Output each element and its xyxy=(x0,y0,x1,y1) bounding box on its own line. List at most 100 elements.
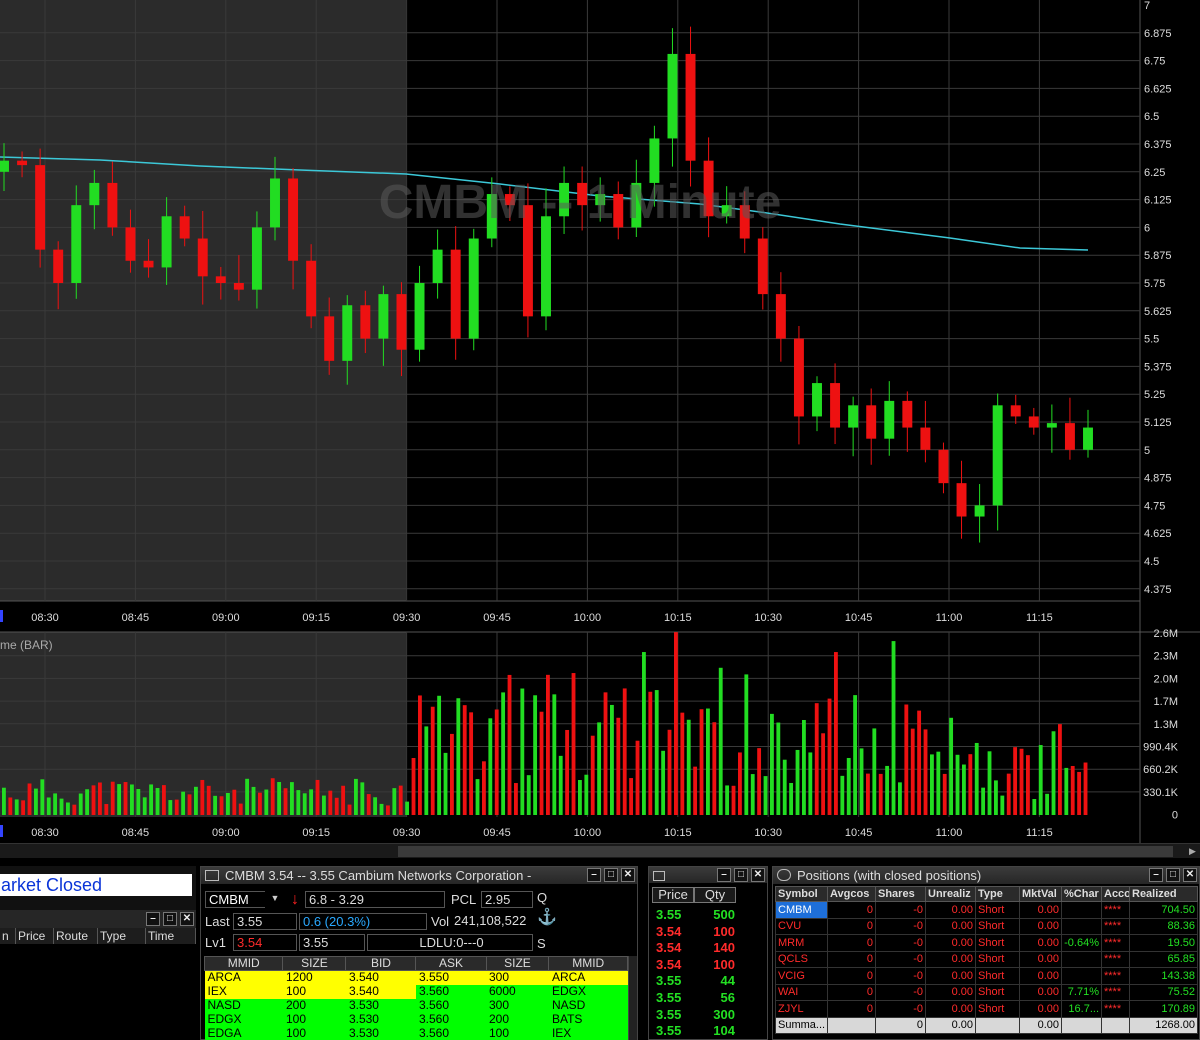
candle-body xyxy=(233,283,244,290)
volume-bar xyxy=(187,794,192,815)
level2-book: MMID SIZE BID ASK SIZE MMID ARCA 1200 3.54… xyxy=(203,956,628,1040)
volume-label: 2.6M xyxy=(1154,628,1178,640)
volume-bar xyxy=(123,782,128,815)
volume-bar xyxy=(808,752,813,815)
level2-row[interactable]: ARCA 1200 3.540 3.550 300 ARCA xyxy=(204,970,628,985)
summary-cell: 0.00 xyxy=(1019,1016,1062,1034)
maximize-icon[interactable]: □ xyxy=(1166,868,1180,882)
col-ask-mmid[interactable]: MMID xyxy=(548,956,628,971)
col-bid-size[interactable]: SIZE xyxy=(282,956,347,971)
trade-price: 3.55 xyxy=(656,990,682,1005)
volume-bar xyxy=(565,729,570,815)
position-row[interactable]: QCLS 0 -0 0.00 Short 0.00 **** 65.85 xyxy=(775,950,1198,968)
scrollbar-thumb[interactable] xyxy=(398,846,1173,857)
position-row[interactable]: CVU 0 -0 0.00 Short 0.00 **** 88.36 xyxy=(775,917,1198,935)
position-row[interactable]: CMBM 0 -0 0.00 Short 0.00 **** 704.50 xyxy=(775,901,1198,919)
time-label: 11:00 xyxy=(936,612,963,624)
col-realized[interactable]: Realized xyxy=(1129,886,1198,902)
col-ask[interactable]: ASK xyxy=(415,956,487,971)
close-icon[interactable]: ✕ xyxy=(751,868,765,882)
price-label: 6.625 xyxy=(1144,83,1172,95)
order-col[interactable]: n xyxy=(0,928,16,944)
position-symbol: CVU xyxy=(775,917,828,935)
col-symbol[interactable]: Symbol xyxy=(775,886,828,902)
volume-label: 990.4K xyxy=(1143,742,1179,754)
volume-bar xyxy=(930,754,934,815)
anchor-icon[interactable]: ⚓ xyxy=(537,909,557,926)
candle-body xyxy=(71,205,82,283)
volume-bar xyxy=(59,798,64,815)
lv1-bid: 3.54 xyxy=(233,934,297,951)
price-label: 6.875 xyxy=(1144,28,1172,40)
position-row[interactable]: WAI 0 -0 0.00 Short 0.00 7.71% **** 75.52 xyxy=(775,983,1198,1001)
position-row[interactable]: MRM 0 -0 0.00 Short 0.00 -0.64% **** 19.50 xyxy=(775,934,1198,952)
scroll-right-icon[interactable]: ▶ xyxy=(1187,846,1198,857)
position-type: Short xyxy=(975,983,1020,1001)
level2-scrollbar[interactable] xyxy=(628,956,637,1040)
order-col[interactable]: Price xyxy=(16,928,54,944)
col-shares[interactable]: Shares xyxy=(875,886,926,902)
summary-cell: Summa... xyxy=(775,1016,828,1034)
price-chart[interactable]: 08:30 08:30 08:45 08:45 09:00 09:00 09:15 09:15… xyxy=(0,0,1200,843)
time-label: 09:15 xyxy=(302,827,330,839)
volume-bar xyxy=(40,779,45,815)
volume-bar xyxy=(558,755,563,815)
level2-row[interactable]: NASD 200 3.530 3.560 300 NASD xyxy=(204,998,628,1013)
level2-row[interactable]: EDGA 100 3.530 3.560 100 IEX xyxy=(204,1026,628,1040)
minimize-icon[interactable]: – xyxy=(146,912,160,926)
col-price[interactable]: Price xyxy=(652,887,694,903)
col-type[interactable]: Type xyxy=(975,886,1020,902)
level2-row[interactable]: EDGX 100 3.530 3.560 200 BATS xyxy=(204,1012,628,1027)
maximize-icon[interactable]: □ xyxy=(734,868,748,882)
col-unrealized[interactable]: Unrealiz xyxy=(925,886,976,902)
order-col[interactable]: Route xyxy=(54,928,98,944)
volume-bar xyxy=(584,774,589,815)
pcl-label: PCL xyxy=(451,892,477,907)
close-icon[interactable]: ✕ xyxy=(1183,868,1197,882)
summary-cell xyxy=(827,1016,876,1034)
level2-row[interactable]: IEX 100 3.540 3.560 6000 EDGX xyxy=(204,984,628,999)
col-pct-change[interactable]: %Char xyxy=(1061,886,1102,902)
col-qty[interactable]: Qty xyxy=(694,887,736,903)
maximize-icon[interactable]: □ xyxy=(604,868,618,882)
position-row[interactable]: ZJYL 0 -0 0.00 Short 0.00 16.7... **** 170.89 xyxy=(775,1000,1198,1018)
summary-cell xyxy=(975,1016,1020,1034)
chart-scrollbar[interactable]: ▶ xyxy=(0,843,1200,858)
candle-body xyxy=(270,178,280,228)
position-shares: -0 xyxy=(875,917,926,935)
volume-bar xyxy=(962,764,966,815)
close-icon[interactable]: ✕ xyxy=(180,912,194,926)
time-label: 10:00 xyxy=(574,827,602,839)
chevron-down-icon[interactable]: ▼ xyxy=(265,891,285,908)
position-acct: **** xyxy=(1101,967,1130,985)
price-label: 5.875 xyxy=(1144,250,1172,262)
volume-bar xyxy=(571,673,576,815)
col-account[interactable]: Acco xyxy=(1101,886,1130,902)
close-icon[interactable]: ✕ xyxy=(621,868,635,882)
volume-bar xyxy=(27,783,32,815)
position-type: Short xyxy=(975,917,1020,935)
minimize-icon[interactable]: – xyxy=(587,868,601,882)
order-col[interactable]: Time xyxy=(146,928,196,944)
price-chart-panel[interactable]: 08:30 08:30 08:45 08:45 09:00 09:00 09:15 09:15… xyxy=(0,0,1200,858)
positions-titlebar: Positions (with closed positions) – □ ✕ xyxy=(773,867,1199,884)
col-ask-size[interactable]: SIZE xyxy=(485,956,550,971)
col-mktval[interactable]: MktVal xyxy=(1019,886,1062,902)
volume-bar xyxy=(302,793,307,815)
minimize-icon[interactable]: – xyxy=(717,868,731,882)
col-avgcost[interactable]: Avgcos xyxy=(827,886,876,902)
volume-bar xyxy=(200,779,205,815)
minimize-icon[interactable]: – xyxy=(1149,868,1163,882)
col-bid[interactable]: BID xyxy=(345,956,417,971)
volume-bar xyxy=(277,782,282,815)
volume-bar xyxy=(866,773,870,815)
order-col[interactable]: Type xyxy=(98,928,146,944)
orders-list[interactable] xyxy=(0,944,196,1040)
maximize-icon[interactable]: □ xyxy=(163,912,177,926)
position-row[interactable]: VCIG 0 -0 0.00 Short 0.00 **** 143.38 xyxy=(775,967,1198,985)
price-label: 5.75 xyxy=(1144,278,1165,290)
volume-bar xyxy=(840,775,845,815)
col-bid-mmid[interactable]: MMID xyxy=(203,956,284,971)
candle-body xyxy=(956,483,967,517)
volume-bar xyxy=(181,791,186,815)
